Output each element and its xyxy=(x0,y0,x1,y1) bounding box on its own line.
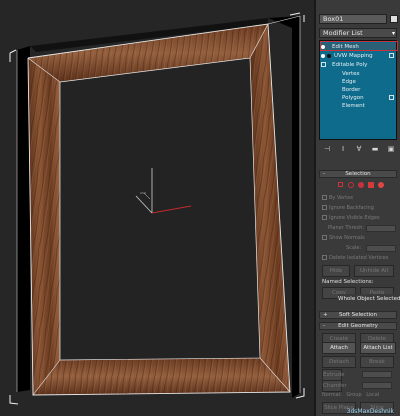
stack-item-edge[interactable]: Edge xyxy=(320,78,396,86)
checkbox-icon xyxy=(322,195,327,200)
by-vertex-checkbox[interactable]: By Vertex xyxy=(322,194,353,202)
element-mode-icon[interactable] xyxy=(378,182,384,188)
minus-icon: - xyxy=(323,171,325,177)
modifier-stack[interactable]: Edit Mesh UVW Mapping Editable Poly Vert… xyxy=(319,40,397,140)
face-mode-icon[interactable] xyxy=(358,182,364,188)
scale-label: Scale: xyxy=(346,244,361,252)
option-label: Planar Thresh: xyxy=(328,225,365,231)
stack-item-label: Edge xyxy=(342,79,356,85)
stack-item-vertex[interactable]: Vertex xyxy=(320,70,396,78)
rollout-edit-geometry[interactable]: - Edit Geometry xyxy=(319,322,397,330)
picture-frame[interactable] xyxy=(16,15,301,396)
stack-item-label: Polygon xyxy=(342,95,364,101)
rollout-title: Soft Selection xyxy=(339,312,377,318)
extrude-spinner[interactable] xyxy=(362,371,392,378)
attach-button[interactable]: Attach xyxy=(322,342,356,354)
rollout-title: Selection xyxy=(345,171,371,177)
edge-mode-icon[interactable] xyxy=(348,182,354,188)
rollout-selection[interactable]: - Selection xyxy=(319,170,397,178)
eye-icon[interactable] xyxy=(321,54,325,58)
stack-item-label: UVW Mapping xyxy=(334,53,373,59)
stack-item-editable-poly[interactable]: Editable Poly xyxy=(320,61,396,69)
modifier-list-dropdown[interactable]: Modifier List ▾ xyxy=(319,28,397,38)
stack-item-label: Border xyxy=(342,87,361,93)
break-button[interactable]: Break xyxy=(360,356,394,368)
object-name-field[interactable]: Box01 xyxy=(319,14,387,24)
modifier-list-label: Modifier List xyxy=(323,29,363,37)
option-label: By Vertex xyxy=(329,195,354,201)
option-label: Group xyxy=(346,392,362,398)
object-color-swatch[interactable] xyxy=(390,15,398,23)
option-label: Normal: xyxy=(322,392,342,398)
normal-group-local: Normal: Group Local xyxy=(322,391,379,399)
stack-item-label: Element xyxy=(342,103,365,109)
plus-icon: + xyxy=(323,312,328,318)
show-normals-checkbox[interactable]: Show Normals xyxy=(322,234,365,242)
checkbox-icon xyxy=(322,235,327,240)
viewport-scene xyxy=(9,12,305,405)
stack-toolbar: ⊣ Ⅰ ∀ ▬ ▣ xyxy=(319,143,397,155)
watermark-text: 3dsMaxDeshnik xyxy=(346,408,394,415)
checkbox-icon xyxy=(322,205,327,210)
perspective-viewport[interactable] xyxy=(0,0,314,416)
selection-status: Whole Object Selected xyxy=(338,294,400,306)
checkbox-icon xyxy=(322,255,327,260)
attach-list-button[interactable]: Attach List xyxy=(360,342,396,354)
detach-button[interactable]: Detach xyxy=(322,356,356,368)
ignore-visible-edges-checkbox[interactable]: Ignore Visible Edges xyxy=(322,214,380,222)
lightbulb-icon[interactable] xyxy=(327,54,331,58)
option-label: Show Normals xyxy=(329,235,365,241)
rollout-soft-selection[interactable]: + Soft Selection xyxy=(319,311,397,319)
ignore-backfacing-checkbox[interactable]: Ignore Backfacing xyxy=(322,204,374,212)
named-selections-label: Named Selections: xyxy=(322,279,374,285)
planar-thresh-label: Planar Thresh: xyxy=(328,224,364,232)
stack-item-border[interactable]: Border xyxy=(320,86,396,94)
modify-command-panel: Box01 Modifier List ▾ Edit Mesh UVW Mapp… xyxy=(314,0,400,416)
option-label: Ignore Visible Edges xyxy=(329,215,380,221)
option-label: Scale: xyxy=(346,245,362,251)
minus-icon: - xyxy=(323,323,325,329)
stack-item-label: Editable Poly xyxy=(332,62,368,68)
plus-box-icon[interactable] xyxy=(389,53,394,58)
stack-item-element[interactable]: Element xyxy=(320,102,396,110)
chamfer-spinner[interactable] xyxy=(362,382,392,389)
rollout-title: Edit Geometry xyxy=(338,323,378,329)
highlight-box xyxy=(320,41,398,51)
remove-modifier-icon[interactable]: ▬ xyxy=(371,145,379,153)
hide-button[interactable]: Hide xyxy=(322,265,350,277)
polygon-mode-icon[interactable] xyxy=(368,182,374,188)
option-label: Ignore Backfacing xyxy=(329,205,374,211)
option-label: Local xyxy=(366,392,380,398)
unhide-all-button[interactable]: Unhide All xyxy=(354,265,394,277)
checkbox-icon[interactable] xyxy=(389,95,394,100)
stack-item-label: Vertex xyxy=(342,71,360,77)
checkbox-icon xyxy=(322,215,327,220)
pin-stack-icon[interactable]: ⊣ xyxy=(323,145,331,153)
vertex-mode-icon[interactable] xyxy=(338,182,343,187)
configure-sets-icon[interactable]: ▣ xyxy=(387,145,395,153)
chevron-down-icon: ▾ xyxy=(391,30,395,37)
stack-item-uvw-mapping[interactable]: UVW Mapping xyxy=(320,52,396,60)
delete-isolated-checkbox[interactable]: Delete Isolated Vertices xyxy=(322,254,388,262)
show-end-result-icon[interactable]: Ⅰ xyxy=(339,145,347,153)
collapse-icon[interactable] xyxy=(321,62,326,67)
stack-item-polygon[interactable]: Polygon xyxy=(320,94,396,102)
option-label: Delete Isolated Vertices xyxy=(329,255,389,261)
make-unique-icon[interactable]: ∀ xyxy=(355,145,363,153)
scale-spinner[interactable] xyxy=(366,245,396,252)
planar-thresh-spinner[interactable] xyxy=(366,225,396,232)
